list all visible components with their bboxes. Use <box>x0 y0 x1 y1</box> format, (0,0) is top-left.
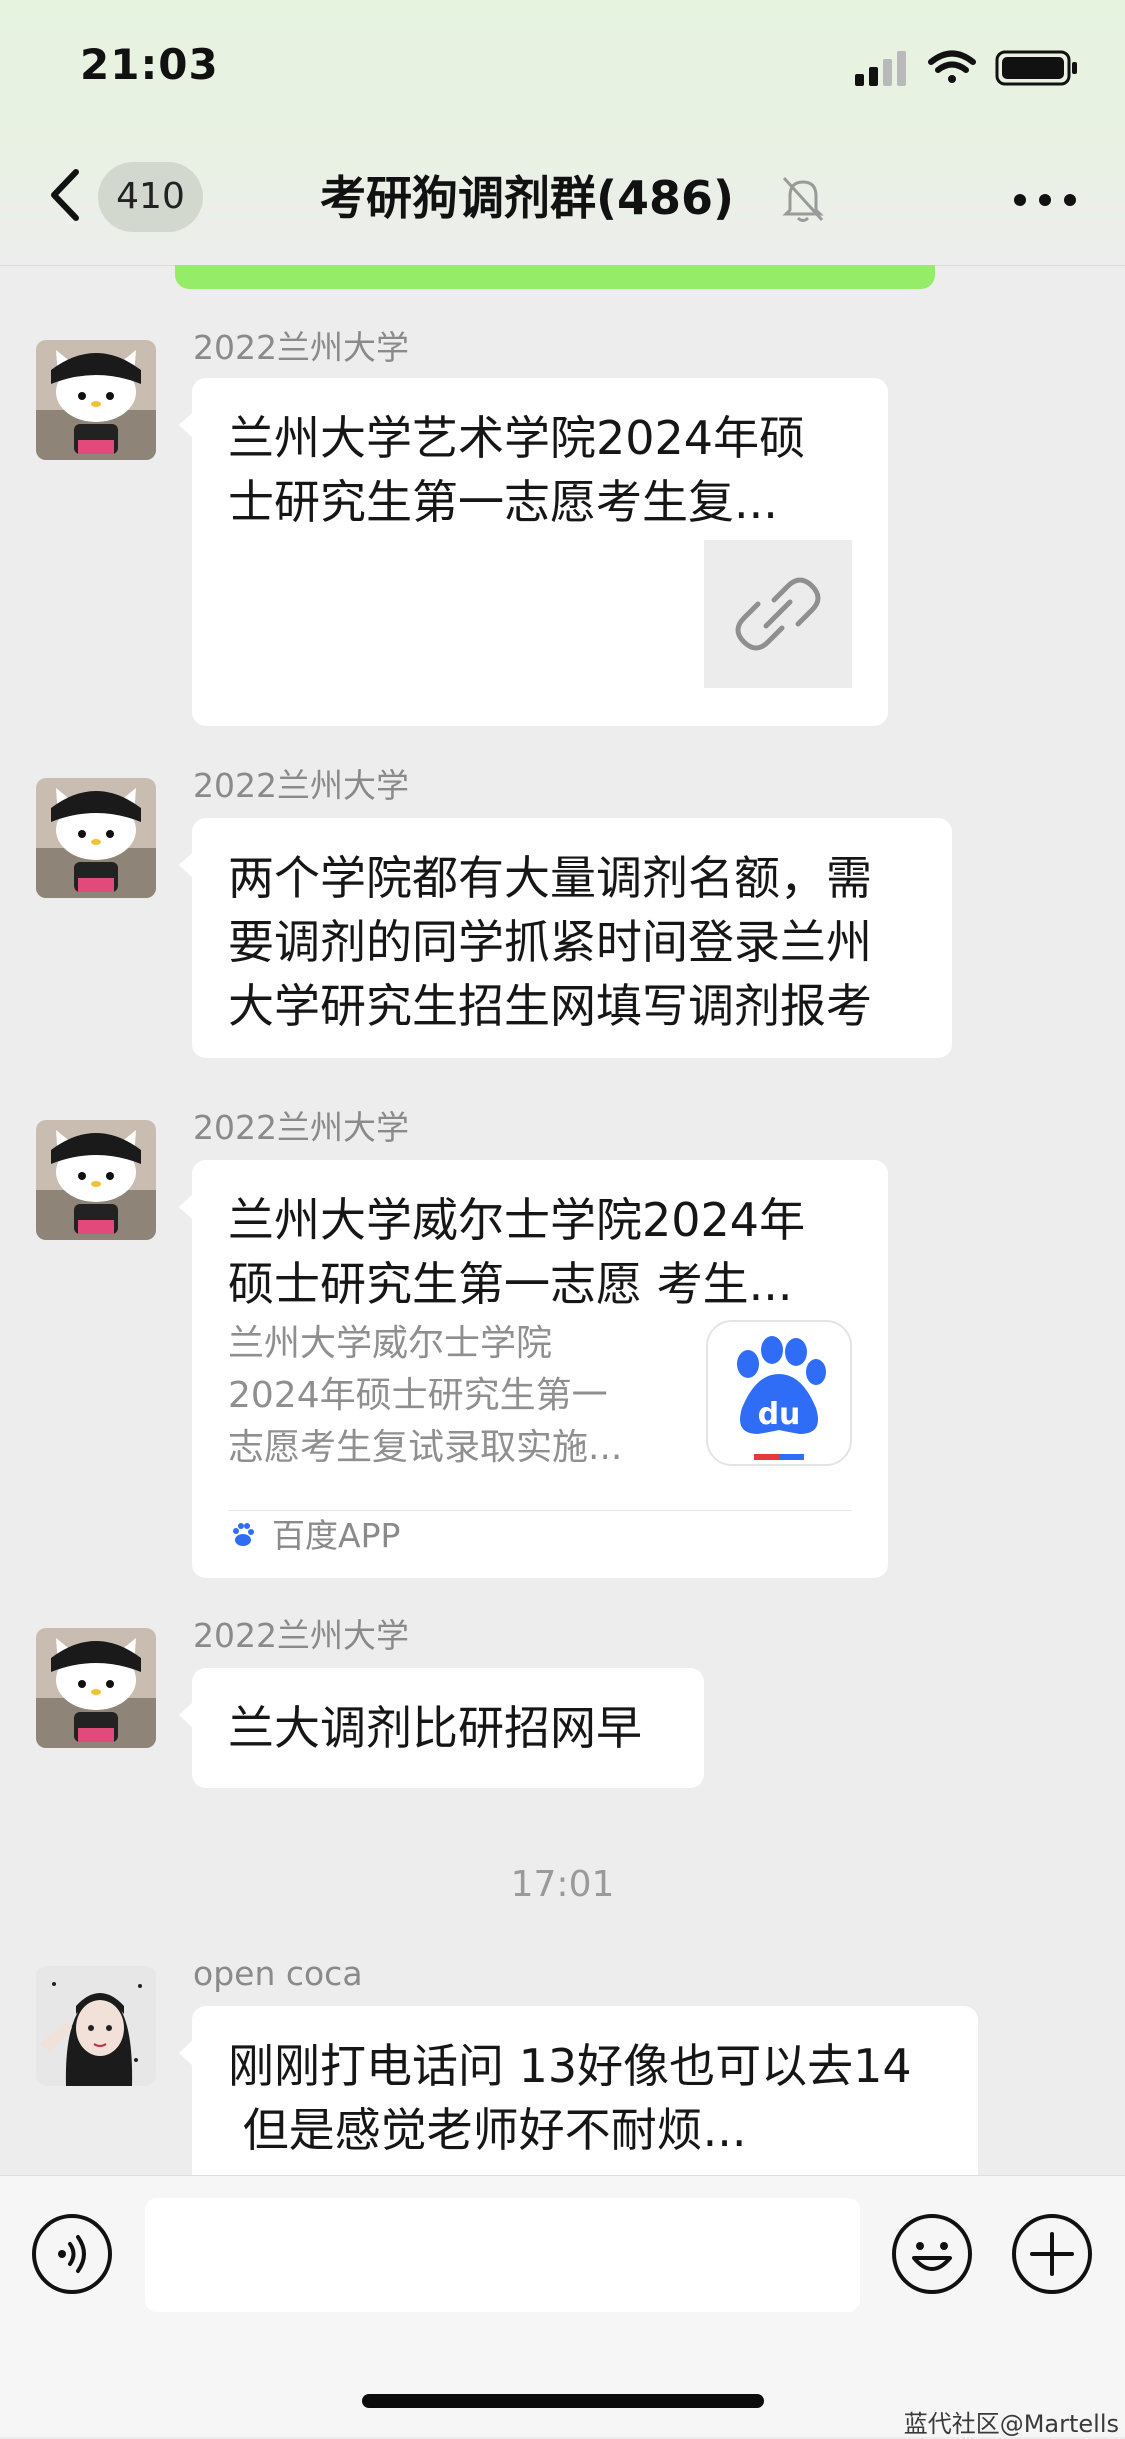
back-chevron-icon[interactable] <box>40 160 90 230</box>
card-description: 兰州大学威尔士学院 2024年硕士研究生第一 志愿考生复试录取实施... <box>228 1318 668 1474</box>
baidu-logo-text: du <box>758 1397 801 1432</box>
top-header: 21:03 410 考研狗调剂群(486) <box>0 0 1125 266</box>
cellular-signal-icon <box>855 51 906 86</box>
link-icon <box>735 577 821 651</box>
text-bubble[interactable]: 兰大调剂比研招网早 <box>179 1668 704 1788</box>
app-share-card[interactable]: 兰州大学威尔士学院2024年 硕士研究生第一志愿 考生... 兰州大学威尔士学院… <box>179 1160 888 1578</box>
message-line: 两个学院都有大量调剂名额，需 <box>228 851 872 905</box>
sender-name: 2022兰州大学 <box>193 766 409 805</box>
sender-name: 2022兰州大学 <box>193 328 409 367</box>
card-desc-line: 兰州大学威尔士学院 <box>228 1323 553 1364</box>
sender-name: 2022兰州大学 <box>193 1108 409 1147</box>
emoji-icon[interactable] <box>890 2212 974 2296</box>
plus-icon[interactable] <box>1010 2212 1094 2296</box>
baidu-app-thumbnail: du <box>706 1320 852 1466</box>
time-separator: 17:01 <box>510 1864 615 1905</box>
sender-name: open coca <box>193 1954 363 1993</box>
card-title-line: 兰州大学艺术学院2024年硕 <box>228 411 806 465</box>
baidu-small-icon <box>233 1523 254 1546</box>
message-line: 兰大调剂比研招网早 <box>228 1701 642 1755</box>
sender-name: 2022兰州大学 <box>193 1616 409 1655</box>
card-desc-line: 志愿考生复试录取实施... <box>228 1427 623 1468</box>
message-input[interactable] <box>145 2198 860 2312</box>
voice-icon[interactable] <box>30 2212 114 2296</box>
battery-icon <box>995 50 1077 86</box>
link-card[interactable]: 兰州大学艺术学院2024年硕 士研究生第一志愿考生复... <box>179 378 888 726</box>
wifi-icon <box>928 50 976 83</box>
girl-avatar-icon <box>36 1966 156 2086</box>
avatar[interactable] <box>36 1120 156 1240</box>
more-dots-icon[interactable] <box>1010 175 1080 225</box>
input-bar <box>0 2175 1125 2437</box>
avatar[interactable] <box>36 1628 156 1748</box>
avatar[interactable] <box>36 1966 156 2086</box>
message-line: 要调剂的同学抓紧时间登录兰州 <box>228 915 872 969</box>
baidu-paw-icon: du <box>737 1336 826 1460</box>
previous-message-edge <box>175 265 935 289</box>
mute-bell-icon <box>782 176 824 222</box>
avatar[interactable] <box>36 340 156 460</box>
home-indicator[interactable] <box>362 2394 764 2408</box>
card-source-label: 百度APP <box>272 1516 401 1555</box>
avatar[interactable] <box>36 778 156 898</box>
message-line: 但是感觉老师好不耐烦... <box>228 2103 747 2157</box>
status-time: 21:03 <box>80 40 219 89</box>
watermark: 蓝代社区@Martells <box>903 2410 1119 2438</box>
text-bubble[interactable]: 刚刚打电话问 13好像也可以去14 但是感觉老师好不耐烦... <box>179 2006 978 2175</box>
card-desc-line: 2024年硕士研究生第一 <box>228 1375 608 1416</box>
hello-kitty-avatar-icon <box>36 340 156 460</box>
message-line: 刚刚打电话问 13好像也可以去14 <box>228 2039 912 2093</box>
card-divider <box>228 1510 852 1511</box>
card-title-line: 士研究生第一志愿考生复... <box>228 475 778 529</box>
hello-kitty-avatar-icon <box>36 1628 156 1748</box>
card-title-line: 兰州大学威尔士学院2024年 <box>228 1193 806 1247</box>
text-bubble[interactable]: 两个学院都有大量调剂名额，需 要调剂的同学抓紧时间登录兰州 大学研究生招生网填写… <box>179 818 952 1058</box>
message-line: 大学研究生招生网填写调剂报考 <box>228 979 872 1033</box>
link-thumbnail <box>704 540 852 688</box>
message-list[interactable]: 2022兰州大学 兰州大学艺术学院2024年硕 士研究生第一志愿考生复... 2… <box>0 290 1125 2175</box>
card-title-line: 硕士研究生第一志愿 考生... <box>228 1257 793 1311</box>
hello-kitty-avatar-icon <box>36 1120 156 1240</box>
unread-count-badge[interactable]: 410 <box>98 162 203 232</box>
chat-title: 考研狗调剂群(486) <box>320 171 735 225</box>
hello-kitty-avatar-icon <box>36 778 156 898</box>
status-icons <box>855 50 1077 86</box>
